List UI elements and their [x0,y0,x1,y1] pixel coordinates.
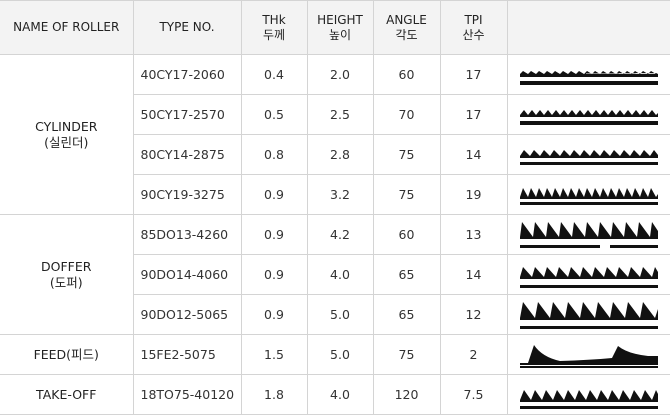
take-off-tooth-profile-icon [519,389,658,409]
height-cell: 4.2 [306,214,374,255]
type-no-cell: 18TO75-40120 [132,374,242,415]
cylinder-tooth-profile-icon [519,187,658,205]
thk-cell: 0.9 [240,294,308,335]
thk-cell: 0.5 [240,94,308,135]
tpi-cell: 17 [439,94,508,135]
header-type-no: TYPE NO. [132,0,242,55]
doffer-tooth-profile-icon [519,301,658,329]
angle-cell: 70 [372,94,441,135]
angle-cell: 75 [372,334,441,375]
profile-cell [506,134,670,175]
angle-cell: 120 [372,374,441,415]
height-cell: 5.0 [306,294,374,335]
height-cell: 2.0 [306,54,374,95]
profile-cell [506,94,670,135]
header-profile [506,0,670,55]
group-cylinder: CYLINDER (실린더) [0,54,134,215]
doffer-tooth-profile-icon [519,221,658,248]
height-cell: 4.0 [306,374,374,415]
thk-cell: 1.5 [240,334,308,375]
type-no-cell: 90CY19-3275 [133,174,242,215]
group-doffer: DOFFER (도퍼) [0,214,134,335]
height-cell: 2.8 [306,134,374,175]
type-no-cell: 50CY17-2570 [133,94,242,135]
header-angle: ANGLE 각도 [372,0,441,55]
tpi-cell: 12 [439,294,508,335]
profile-cell [506,174,670,215]
cylinder-tooth-profile-icon [519,149,658,165]
height-cell: 3.2 [306,174,374,215]
thk-cell: 1.8 [240,374,308,415]
group-take-off: TAKE-OFF [0,374,134,415]
doffer-tooth-profile-icon [519,266,658,288]
height-cell: 4.0 [306,254,374,295]
thk-cell: 0.8 [240,134,308,175]
header-height: HEIGHT 높이 [306,0,374,55]
tpi-cell: 7.5 [439,374,508,415]
table-row: CYLINDER (실린더) 40CY17-2060 0.4 2.0 60 17 [0,54,670,215]
table-row: FEED(피드) 15FE2-5075 1.5 5.0 75 2 [0,334,670,375]
tpi-cell: 17 [439,54,508,95]
profile-cell [506,214,670,255]
table-row: TAKE-OFF 18TO75-40120 1.8 4.0 120 7.5 [0,374,670,415]
header-tpi: TPI 산수 [439,0,508,55]
feed-tooth-profile-icon [519,344,658,368]
angle-cell: 75 [372,174,441,215]
thk-cell: 0.4 [240,54,308,95]
profile-cell [506,254,670,295]
angle-cell: 75 [372,134,441,175]
roller-spec-table: NAME OF ROLLER TYPE NO. THk 두께 HEIGHT 높이 A… [0,0,670,415]
group-feed: FEED(피드) [0,334,134,375]
type-no-cell: 15FE2-5075 [132,334,242,375]
angle-cell: 60 [372,54,441,95]
type-no-cell: 90DO14-4060 [133,254,242,295]
angle-cell: 65 [372,254,441,295]
tpi-cell: 14 [439,254,508,295]
type-no-cell: 40CY17-2060 [132,54,242,95]
header-thk: THk 두께 [240,0,308,55]
type-no-cell: 80CY14-2875 [133,134,242,175]
tpi-cell: 19 [439,174,508,215]
thk-cell: 0.9 [240,214,308,255]
table-row: DOFFER (도퍼) 85DO13-4260 0.9 4.2 60 13 [0,214,670,335]
angle-cell: 65 [372,294,441,335]
tpi-cell: 14 [439,134,508,175]
profile-cell [506,294,670,335]
tpi-cell: 2 [439,334,508,375]
cylinder-tooth-profile-icon [519,109,658,125]
thk-cell: 0.9 [240,174,308,215]
profile-cell [506,334,670,375]
angle-cell: 60 [372,214,441,255]
header-row: NAME OF ROLLER TYPE NO. THk 두께 HEIGHT 높이 A… [0,0,670,55]
tpi-cell: 13 [439,214,508,255]
type-no-cell: 90DO12-5065 [133,294,242,335]
profile-cell [506,374,670,415]
height-cell: 2.5 [306,94,374,135]
type-no-cell: 85DO13-4260 [132,214,242,255]
thk-cell: 0.9 [240,254,308,295]
height-cell: 5.0 [306,334,374,375]
cylinder-tooth-profile-icon [519,70,658,85]
header-name-of-roller: NAME OF ROLLER [0,0,134,55]
profile-cell [506,54,670,95]
